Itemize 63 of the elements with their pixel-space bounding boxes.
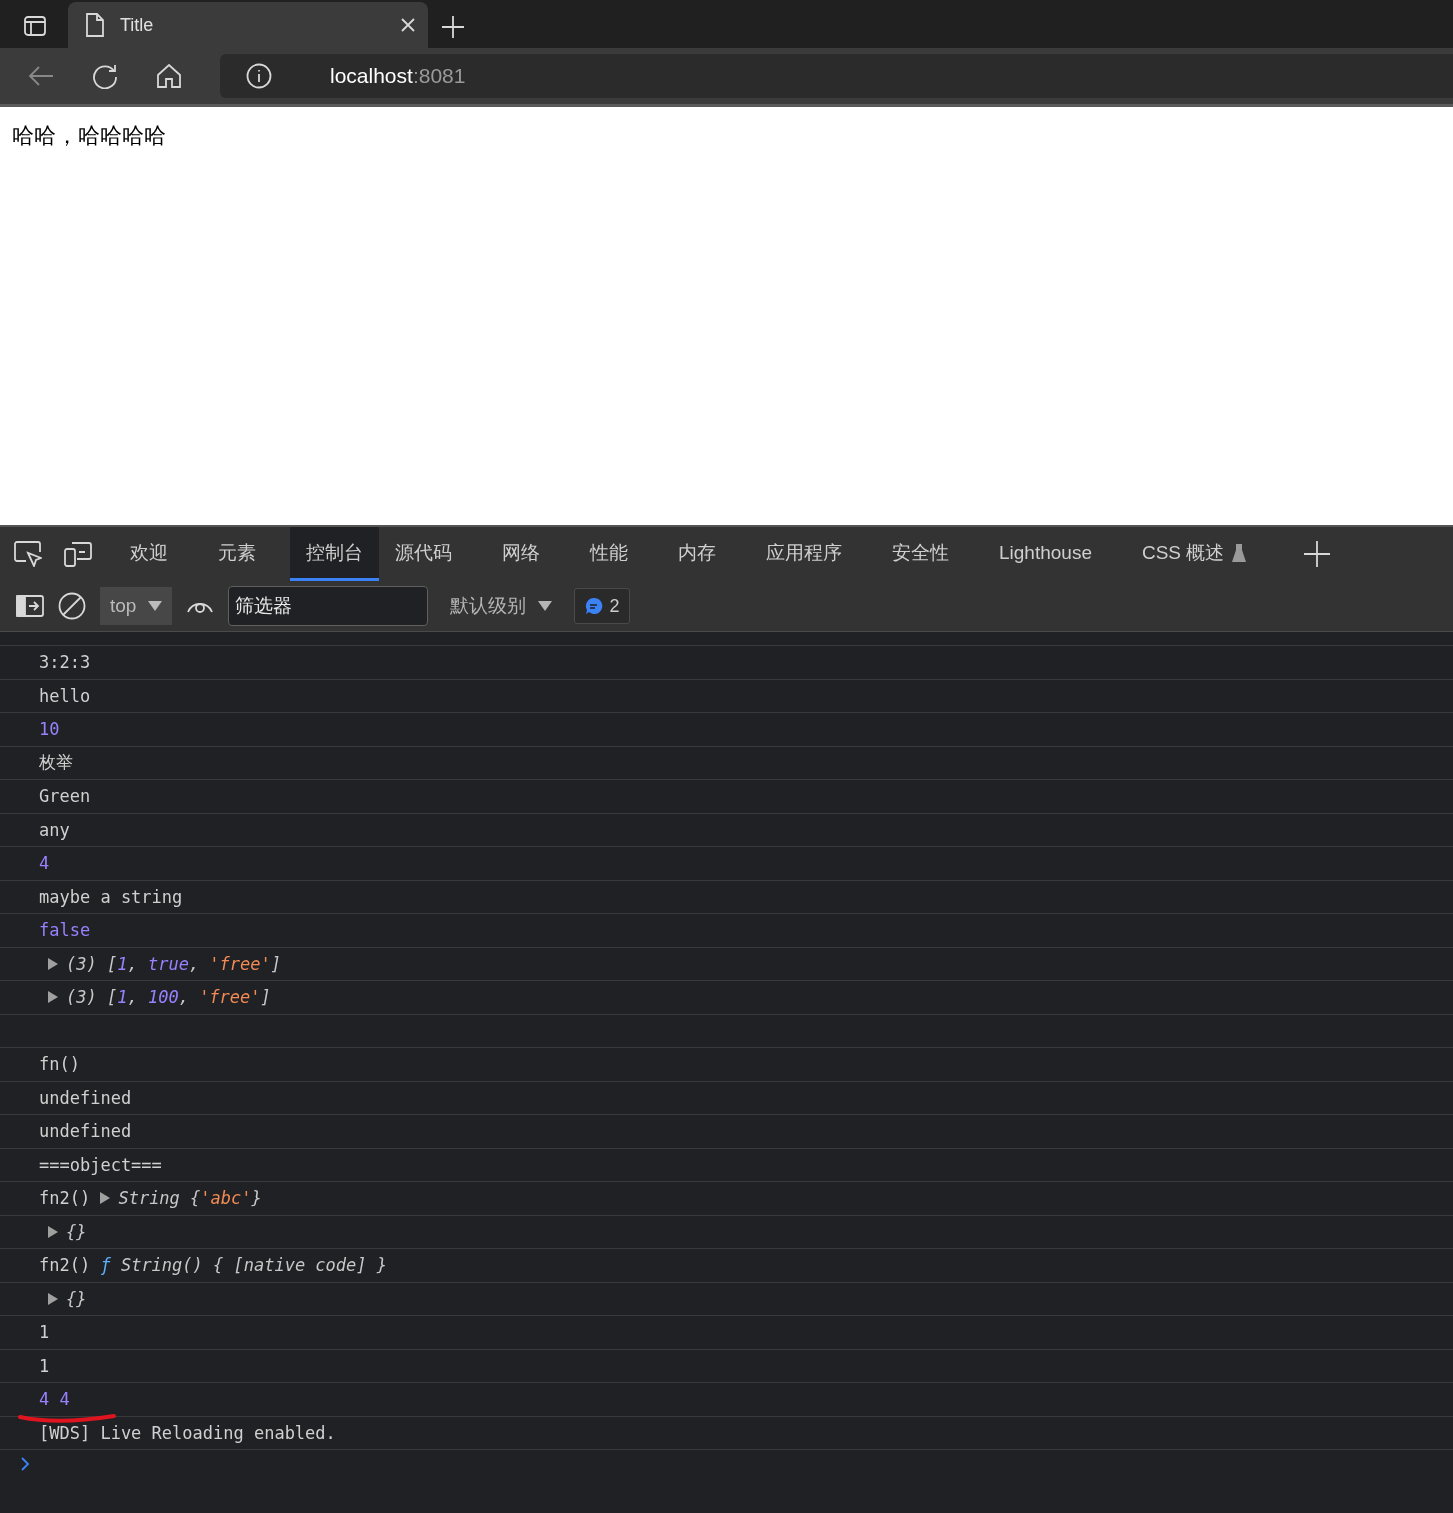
console-message: fn() [39, 1054, 80, 1075]
console-message: ===object=== [39, 1154, 162, 1175]
reload-icon[interactable] [92, 63, 118, 89]
context-dropdown[interactable]: top [100, 587, 173, 625]
devtools-tab[interactable]: Lighthouse [983, 527, 1108, 581]
new-tab-icon[interactable] [442, 16, 464, 38]
console-message: undefined [39, 1087, 132, 1108]
console-message: (3) [1, 100, 'free'] [48, 987, 271, 1008]
info-icon[interactable] [246, 63, 272, 89]
browser-tab[interactable]: Title [68, 2, 428, 48]
devtools-tab[interactable]: 内存 [662, 527, 732, 581]
console-message: 枚举 [39, 751, 73, 775]
expand-triangle-icon[interactable] [48, 1292, 58, 1305]
devtools-tab[interactable]: 源代码 [379, 527, 468, 581]
prompt-chevron-icon[interactable] [20, 1456, 30, 1472]
devtools-tab[interactable]: 网络 [486, 527, 556, 581]
console-message: any [39, 819, 70, 840]
page-text: 哈哈，哈哈哈哈 [12, 123, 166, 148]
console-message: {} [48, 1288, 87, 1309]
address-bar[interactable]: localhost:8081 [220, 54, 1453, 98]
back-arrow-icon[interactable] [28, 65, 54, 87]
console-message: 1 [39, 1355, 50, 1376]
add-icon[interactable] [1304, 541, 1331, 567]
expand-triangle-icon[interactable] [48, 1225, 58, 1238]
console-message: 1 [39, 1322, 50, 1343]
console-message: undefined [39, 1121, 132, 1142]
messages-badge[interactable]: 2 [574, 588, 631, 624]
home-icon[interactable] [156, 64, 182, 88]
console-message: Green [39, 786, 91, 807]
console-message: 3:2:3 [39, 652, 91, 673]
expand-triangle-icon[interactable] [100, 1192, 111, 1205]
devtools-tab[interactable]: 应用程序 [750, 527, 858, 581]
devtools-tab[interactable]: 性能 [574, 527, 644, 581]
message-icon [585, 597, 604, 615]
page-icon[interactable] [86, 13, 104, 37]
device-toolbar-icon[interactable] [64, 541, 92, 567]
clear-icon[interactable] [58, 592, 86, 620]
devtools-tab[interactable]: 安全性 [876, 527, 965, 581]
console-message: false [39, 920, 91, 941]
console-message: [WDS] Live Reloading enabled. [39, 1422, 336, 1443]
caret-icon [148, 601, 163, 611]
console-message: fn2() ƒ String() { [native code] } [39, 1255, 387, 1276]
console-message: 10 [39, 719, 60, 740]
devtools-tab[interactable]: CSS 概述 [1125, 527, 1263, 581]
tab-panel-icon[interactable] [24, 16, 46, 36]
console-message: hello [39, 685, 91, 706]
console-message: 4 4 [39, 1389, 70, 1410]
devtools-tab[interactable]: 控制台 [290, 527, 379, 581]
caret-icon [538, 601, 553, 611]
devtools-tab[interactable]: 元素 [202, 527, 272, 581]
sidebar-icon[interactable] [16, 595, 44, 617]
console-message: fn2() String {'abc'} [39, 1188, 262, 1209]
console-message: {} [48, 1221, 87, 1242]
inspect-element-icon[interactable] [14, 541, 42, 567]
devtools-tab[interactable]: 欢迎 [114, 527, 184, 581]
console-message: 4 [39, 853, 50, 874]
console-message: maybe a string [39, 886, 183, 907]
expand-triangle-icon[interactable] [48, 957, 58, 970]
expand-triangle-icon[interactable] [48, 991, 58, 1004]
close-icon[interactable] [400, 17, 416, 33]
log-levels-dropdown[interactable]: 默认级别 [442, 593, 561, 619]
filter-field[interactable]: 筛选器 [228, 586, 429, 626]
console-message: (3) [1, true, 'free'] [48, 953, 282, 974]
